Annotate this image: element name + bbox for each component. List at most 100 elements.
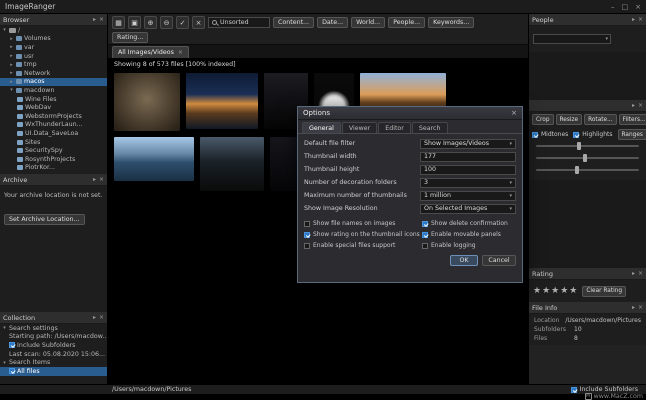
- show-file-names-checkbox[interactable]: Show file names on images: [304, 220, 422, 227]
- enable-movable-panels-checkbox[interactable]: Enable movable panels: [422, 231, 501, 238]
- tree-item[interactable]: RosynthProjects: [0, 155, 107, 164]
- tree-item[interactable]: WebDav: [0, 103, 107, 112]
- enable-special-files-checkbox[interactable]: Enable special files support: [304, 242, 422, 249]
- tree-item-usr[interactable]: ▸usr: [0, 52, 107, 61]
- close-icon[interactable]: ×: [638, 103, 643, 109]
- collapse-icon[interactable]: ▸: [632, 17, 635, 23]
- expander-icon[interactable]: ▸: [9, 53, 14, 59]
- slider-handle[interactable]: [577, 142, 581, 150]
- close-icon[interactable]: ×: [638, 305, 643, 311]
- grid-view-icon[interactable]: ▦: [112, 16, 125, 29]
- show-rating-thumbnails-checkbox[interactable]: Show rating on the thumbnail icons: [304, 231, 422, 238]
- collection-all-files[interactable]: All files: [0, 367, 107, 376]
- zoom-in-icon[interactable]: ⊕: [144, 16, 157, 29]
- minimize-button[interactable]: –: [611, 3, 615, 11]
- close-icon[interactable]: ×: [638, 271, 643, 277]
- adjustment-slider-1[interactable]: [532, 140, 643, 152]
- resize-button[interactable]: Resize: [556, 114, 583, 125]
- maximize-button[interactable]: □: [622, 3, 629, 11]
- expander-icon[interactable]: ▾: [2, 325, 7, 331]
- checkbox-icon[interactable]: [304, 243, 310, 249]
- filters-button[interactable]: Filters...: [619, 114, 646, 125]
- keywords-filter-button[interactable]: Keywords...: [428, 17, 474, 28]
- tree-item[interactable]: UI.Data_SaveLoa: [0, 129, 107, 138]
- tree-item-macdown[interactable]: ▾macdown: [0, 86, 107, 95]
- slider-handle[interactable]: [575, 166, 579, 174]
- checkbox-icon[interactable]: [422, 243, 428, 249]
- sort-filter-dropdown[interactable]: Unsorted: [208, 17, 270, 28]
- ok-button[interactable]: OK: [450, 255, 478, 266]
- tab-general[interactable]: General: [302, 122, 341, 133]
- collection-search-items[interactable]: ▾Search Items: [0, 358, 107, 367]
- tab-search[interactable]: Search: [412, 122, 448, 133]
- clear-rating-button[interactable]: Clear Rating: [582, 286, 626, 297]
- tree-item-volumes[interactable]: ▸Volumes: [0, 35, 107, 44]
- tree-item[interactable]: WxThunderLaun...: [0, 121, 107, 130]
- checkbox-checked-icon[interactable]: [9, 368, 15, 374]
- checkbox-checked-icon[interactable]: [422, 221, 428, 227]
- tree-item-network[interactable]: ▸Network: [0, 69, 107, 78]
- tree-item-root[interactable]: ▾/: [0, 26, 107, 35]
- close-button[interactable]: ×: [635, 3, 641, 11]
- max-thumbnails-select[interactable]: 1 million ▾: [420, 191, 516, 201]
- tree-item-tmp[interactable]: ▸tmp: [0, 60, 107, 69]
- adjustment-slider-3[interactable]: [532, 164, 643, 176]
- include-subfolders-toggle[interactable]: Include Subfolders: [571, 386, 646, 393]
- date-filter-button[interactable]: Date...: [317, 17, 348, 28]
- collection-include-subfolders[interactable]: Include Subfolders: [0, 341, 107, 350]
- thumbnail-height-input[interactable]: [420, 165, 516, 175]
- expander-icon[interactable]: ▸: [9, 79, 14, 85]
- close-icon[interactable]: ×: [99, 315, 104, 321]
- tab-editor[interactable]: Editor: [378, 122, 411, 133]
- collapse-icon[interactable]: ▸: [93, 177, 96, 183]
- thumbnail-dark-landscape[interactable]: [200, 137, 264, 191]
- default-file-filter-select[interactable]: Show Images/Videos ▾: [420, 139, 516, 149]
- tree-item[interactable]: SecuritySpy: [0, 146, 107, 155]
- people-search-combobox[interactable]: ▾: [533, 34, 611, 44]
- close-icon[interactable]: ×: [638, 17, 643, 23]
- expander-icon[interactable]: ▾: [9, 87, 14, 93]
- close-icon[interactable]: ×: [99, 17, 104, 23]
- tree-item[interactable]: Sites: [0, 138, 107, 147]
- set-archive-location-button[interactable]: Set Archive Location...: [4, 214, 85, 225]
- checkbox-icon[interactable]: [304, 221, 310, 227]
- expander-icon[interactable]: ▸: [9, 70, 14, 76]
- expander-icon[interactable]: ▸: [9, 36, 14, 42]
- collapse-icon[interactable]: ▸: [632, 305, 635, 311]
- highlights-checkbox[interactable]: [573, 132, 579, 138]
- dialog-close-icon[interactable]: ×: [511, 109, 517, 117]
- slider-handle[interactable]: [583, 154, 587, 162]
- thumbnail-width-input[interactable]: [420, 152, 516, 162]
- checkbox-checked-icon[interactable]: [9, 342, 15, 348]
- clear-selection-icon[interactable]: ×: [192, 16, 205, 29]
- image-view-icon[interactable]: ▣: [128, 16, 141, 29]
- collapse-icon[interactable]: ▸: [93, 315, 96, 321]
- collapse-icon[interactable]: ▸: [632, 103, 635, 109]
- expander-icon[interactable]: ▾: [2, 360, 7, 366]
- rotate-button[interactable]: Rotate...: [584, 114, 617, 125]
- expander-icon[interactable]: ▾: [2, 27, 7, 33]
- adjustment-slider-2[interactable]: [532, 152, 643, 164]
- checkbox-checked-icon[interactable]: [422, 232, 428, 238]
- world-filter-button[interactable]: World...: [351, 17, 385, 28]
- tree-item[interactable]: Wine Files: [0, 95, 107, 104]
- thumbnail-venice-night[interactable]: [186, 73, 258, 129]
- expander-icon[interactable]: ▸: [9, 44, 14, 50]
- show-delete-confirmation-checkbox[interactable]: Show delete confirmation: [422, 220, 508, 227]
- select-all-icon[interactable]: ✓: [176, 16, 189, 29]
- people-filter-button[interactable]: People...: [388, 17, 425, 28]
- tab-close-icon[interactable]: ×: [178, 50, 183, 56]
- midtones-checkbox[interactable]: [532, 132, 538, 138]
- rating-filter-button[interactable]: Rating...: [112, 32, 148, 43]
- collapse-icon[interactable]: ▸: [93, 17, 96, 23]
- close-icon[interactable]: ×: [99, 177, 104, 183]
- star-rating-icons[interactable]: ★★★★★: [533, 286, 578, 296]
- tab-all-images-videos[interactable]: All Images/Videos ×: [112, 46, 189, 58]
- decoration-folders-select[interactable]: 3 ▾: [420, 178, 516, 188]
- tree-item[interactable]: PiotrKor...: [0, 164, 107, 173]
- tree-item-macos[interactable]: ▸macos: [0, 78, 107, 87]
- checkbox-checked-icon[interactable]: [304, 232, 310, 238]
- collection-search-settings[interactable]: ▾Search settings: [0, 324, 107, 333]
- checkbox-checked-icon[interactable]: [571, 387, 577, 393]
- ranges-button[interactable]: Ranges: [618, 129, 646, 140]
